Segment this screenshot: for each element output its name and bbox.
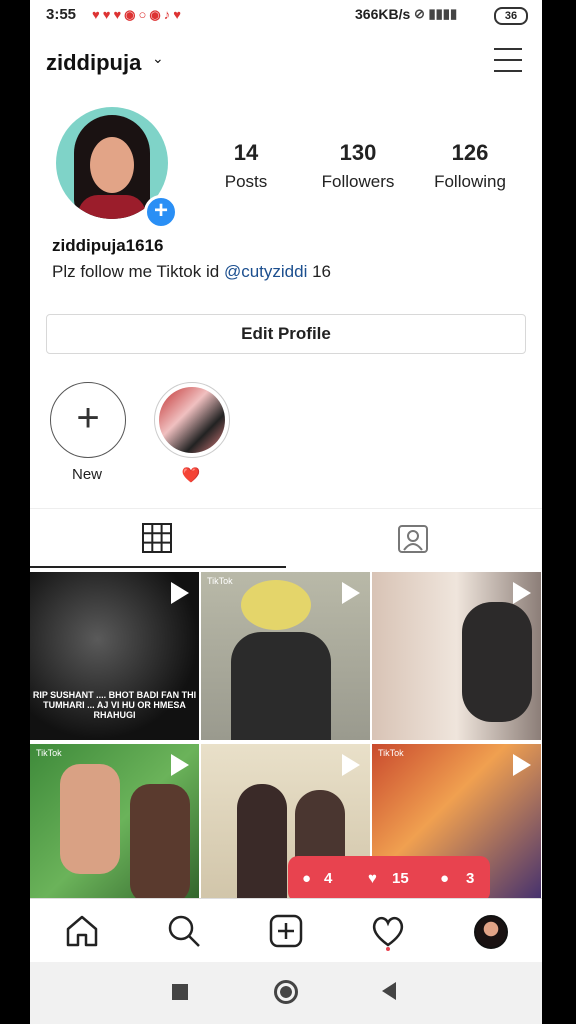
like-count: 15: [392, 870, 409, 887]
following-stat[interactable]: 126 Following: [420, 140, 520, 192]
bio-mention-link[interactable]: @cutyziddi: [224, 262, 307, 281]
like-icon: ♥: [368, 870, 377, 887]
search-icon[interactable]: [166, 913, 202, 949]
video-play-icon: [513, 754, 531, 776]
post-thumbnail[interactable]: TikTok: [30, 744, 199, 912]
video-play-icon: [171, 582, 189, 604]
signal-icons: ⊘ ▮▮▮▮: [414, 6, 458, 21]
bio-suffix: 16: [307, 262, 331, 281]
highlight-heart[interactable]: [154, 382, 230, 458]
tiktok-watermark: TikTok: [207, 576, 233, 586]
notification-icons: ♥♥♥◉○◉♪♥: [92, 7, 184, 22]
followers-stat[interactable]: 130 Followers: [308, 140, 408, 192]
posts-count: 14: [233, 140, 259, 165]
video-play-icon: [342, 754, 360, 776]
account-switcher-username[interactable]: ziddipuja: [46, 50, 141, 76]
bio-text: Plz follow me Tiktok id: [52, 262, 224, 281]
post-thumbnail[interactable]: [372, 572, 541, 740]
highlight-label-heart: ❤️: [181, 467, 201, 484]
tiktok-watermark: TikTok: [36, 748, 62, 758]
back-icon[interactable]: [382, 982, 396, 1000]
follower-icon: ●: [440, 870, 450, 887]
followers-count: 130: [339, 140, 377, 165]
post-thumbnail[interactable]: TikTok: [201, 572, 370, 740]
hamburger-menu-icon[interactable]: [494, 48, 522, 74]
following-label: Following: [434, 172, 506, 191]
tagged-photos-icon[interactable]: [398, 523, 428, 553]
post-thumbnail[interactable]: RIP SUSHANT .... BHOT BADI FAN THI TUMHA…: [30, 572, 199, 740]
video-play-icon: [342, 582, 360, 604]
video-play-icon: [513, 582, 531, 604]
status-time: 3:55: [46, 6, 77, 23]
chevron-down-icon[interactable]: ⌄: [152, 50, 164, 67]
highlight-label-new: New: [71, 466, 102, 483]
comment-count: 4: [324, 870, 333, 887]
following-count: 126: [451, 140, 489, 165]
bottom-navigation: [30, 898, 542, 963]
edit-profile-button[interactable]: Edit Profile: [46, 314, 526, 354]
post-caption: RIP SUSHANT .... BHOT BADI FAN THI TUMHA…: [32, 690, 197, 720]
tiktok-watermark: TikTok: [378, 748, 404, 758]
activity-notification-bubble[interactable]: ● 4 ♥ 15 ● 3: [288, 856, 490, 911]
system-navigation-bar: [30, 962, 542, 1024]
add-story-icon[interactable]: +: [144, 195, 178, 229]
profile-tab-avatar[interactable]: [474, 915, 508, 949]
home-icon[interactable]: [64, 913, 100, 949]
plus-icon: +: [76, 396, 100, 440]
video-play-icon: [171, 754, 189, 776]
new-highlight-button[interactable]: +: [50, 382, 126, 458]
follower-count: 3: [466, 870, 475, 887]
profile-bio: Plz follow me Tiktok id @cutyziddi 16: [52, 262, 331, 282]
profile-tabs: [30, 508, 542, 571]
network-speed: 366KB/s: [355, 6, 411, 22]
posts-stat[interactable]: 14 Posts: [196, 140, 296, 192]
home-circle-icon[interactable]: [274, 980, 298, 1004]
active-tab-indicator: [30, 566, 286, 568]
profile-handle: ziddipuja1616: [52, 236, 164, 255]
followers-label: Followers: [321, 172, 395, 191]
add-post-icon[interactable]: [268, 913, 304, 949]
recents-icon[interactable]: [172, 984, 188, 1000]
activity-heart-icon[interactable]: [370, 913, 406, 949]
profile-header: ziddipuja ⌄: [30, 40, 542, 84]
posts-label: Posts: [224, 172, 268, 191]
comment-icon: ●: [302, 870, 312, 887]
grid-view-icon[interactable]: [142, 523, 172, 553]
status-bar: 3:55 ♥♥♥◉○◉♪♥ 366KB/s ⊘ ▮▮▮▮ 36: [30, 0, 542, 30]
phone-screen: 3:55 ♥♥♥◉○◉♪♥ 366KB/s ⊘ ▮▮▮▮ 36 ziddipuj…: [30, 0, 542, 1024]
battery-icon: 36: [494, 7, 528, 25]
activity-indicator-dot: [386, 947, 390, 951]
